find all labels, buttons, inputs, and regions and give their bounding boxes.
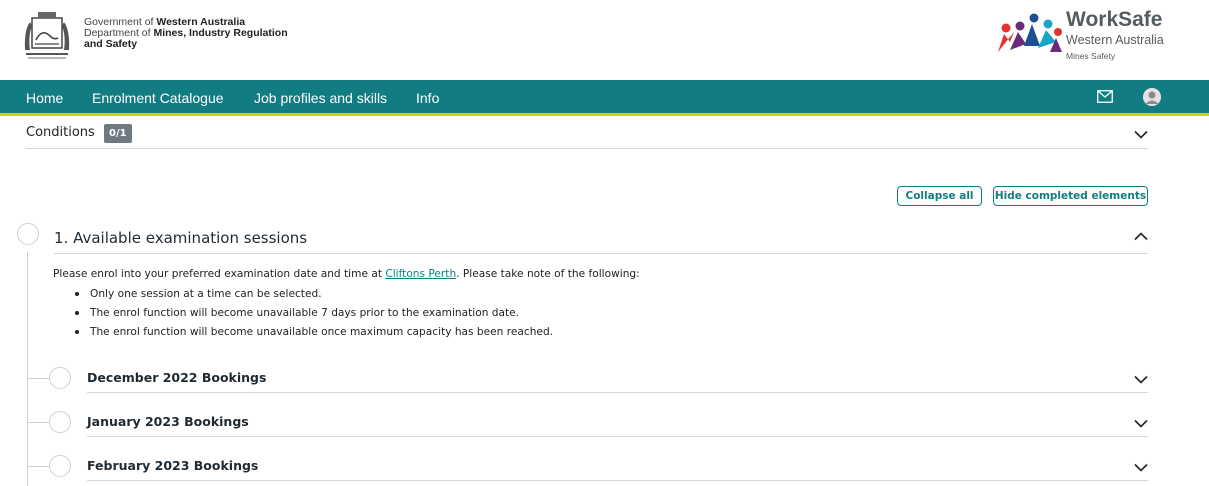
list-item: The enrol function will become unavailab… <box>75 306 553 325</box>
user-avatar-icon[interactable] <box>1143 88 1161 106</box>
site-header: Government of Western Australia Departme… <box>0 0 1209 78</box>
collapse-all-button[interactable]: Collapse all <box>897 186 982 206</box>
chevron-up-icon[interactable] <box>1134 232 1148 241</box>
chevron-down-icon[interactable] <box>1134 463 1148 472</box>
booking-item-january-2023[interactable]: January 2023 Bookings <box>0 400 1209 444</box>
booking-title[interactable]: January 2023 Bookings <box>87 414 249 429</box>
worksafe-logo: WorkSafe Western Australia Mines Safety <box>996 8 1201 66</box>
conditions-row[interactable]: Conditions 0/1 <box>26 120 1148 149</box>
main-navigation: Home Enrolment Catalogue Job profiles an… <box>0 80 1209 116</box>
wa-coat-of-arms-logo <box>24 12 70 59</box>
conditions-label: Conditions <box>26 125 95 140</box>
booking-divider <box>87 392 1148 393</box>
worksafe-brand-name: WorkSafe <box>1066 8 1163 31</box>
cliftons-perth-link[interactable]: Cliftons Perth <box>385 268 456 280</box>
section-title[interactable]: 1. Available examination sessions <box>54 229 307 247</box>
hide-completed-elements-button[interactable]: Hide completed elements <box>993 186 1148 206</box>
section-status-circle <box>17 223 39 245</box>
chevron-down-icon[interactable] <box>1134 375 1148 384</box>
chevron-down-icon[interactable] <box>1134 130 1148 139</box>
list-item: The enrol function will become unavailab… <box>75 325 553 344</box>
nav-item-enrolment-catalogue[interactable]: Enrolment Catalogue <box>92 90 224 106</box>
booking-title[interactable]: February 2023 Bookings <box>87 458 258 473</box>
booking-item-february-2023[interactable]: February 2023 Bookings <box>0 444 1209 486</box>
nav-item-home[interactable]: Home <box>26 90 63 106</box>
government-title: Government of Western Australia Departme… <box>84 16 288 50</box>
booking-item-december-2022[interactable]: December 2022 Bookings <box>0 356 1209 400</box>
chevron-down-icon[interactable] <box>1134 419 1148 428</box>
booking-status-circle <box>49 455 71 477</box>
worksafe-brand-sub2: Mines Safety <box>1066 51 1116 61</box>
booking-status-circle <box>49 411 71 433</box>
timeline-branch <box>28 422 50 423</box>
worksafe-brand-sub: Western Australia <box>1066 33 1164 47</box>
booking-title[interactable]: December 2022 Bookings <box>87 370 266 385</box>
booking-divider <box>87 480 1148 481</box>
timeline-branch <box>28 466 50 467</box>
worksafe-figures-icon <box>998 13 1062 52</box>
timeline-branch <box>28 378 50 379</box>
nav-item-info[interactable]: Info <box>416 90 439 106</box>
nav-item-job-profiles[interactable]: Job profiles and skills <box>254 90 387 106</box>
section-intro: Please enrol into your preferred examina… <box>53 268 640 280</box>
booking-status-circle <box>49 367 71 389</box>
section-divider <box>54 253 1148 254</box>
conditions-progress-badge: 0/1 <box>104 124 132 143</box>
booking-divider <box>87 436 1148 437</box>
list-item: Only one session at a time can be select… <box>75 287 553 306</box>
mail-icon[interactable] <box>1097 90 1113 103</box>
instructions-list: Only one session at a time can be select… <box>75 287 553 344</box>
